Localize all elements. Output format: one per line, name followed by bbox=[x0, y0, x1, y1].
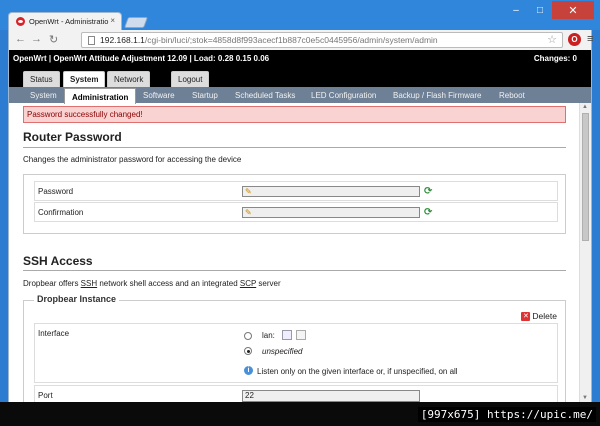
divider bbox=[23, 147, 566, 148]
password-label: Password bbox=[38, 187, 74, 196]
network-icon bbox=[282, 330, 292, 340]
interface-option-unspecified: unspecified bbox=[262, 347, 303, 356]
confirmation-label: Confirmation bbox=[38, 208, 84, 217]
tab-status[interactable]: Status bbox=[23, 71, 60, 87]
interface-radio-unspecified[interactable] bbox=[244, 347, 252, 355]
ssh-description: Dropbear offers SSH network shell access… bbox=[23, 279, 281, 288]
changes-link[interactable]: Changes: 0 bbox=[534, 54, 577, 63]
confirmation-input[interactable]: ✎ bbox=[242, 207, 420, 218]
password-fieldset: Password ✎ ⟳ Confirmation ✎ ⟳ bbox=[23, 174, 566, 234]
info-icon: i bbox=[244, 366, 253, 375]
key-icon: ✎ bbox=[245, 187, 252, 196]
wireless-icon bbox=[296, 330, 306, 340]
delete-label: Delete bbox=[532, 311, 557, 321]
close-window-button[interactable]: ✕ bbox=[552, 1, 594, 19]
ssh-access-title: SSH Access bbox=[23, 254, 93, 268]
router-password-title: Router Password bbox=[23, 130, 122, 144]
window-controls: – □ ✕ bbox=[504, 1, 594, 19]
browser-tab[interactable]: OpenWrt - Administratio × bbox=[8, 12, 122, 30]
header-info: OpenWrt | OpenWrt Attitude Adjustment 12… bbox=[13, 54, 270, 63]
page-scrollbar[interactable]: ▲ ▼ bbox=[579, 103, 591, 402]
browser-menu-icon[interactable]: ≡ bbox=[587, 33, 593, 45]
subtab-software[interactable]: Software bbox=[136, 87, 182, 103]
address-bar[interactable]: 192.168.1.1/cgi-bin/luci/;stok=4858d8f99… bbox=[81, 32, 563, 48]
subtab-led-configuration[interactable]: LED Configuration bbox=[304, 87, 383, 103]
url-text: 192.168.1.1/cgi-bin/luci/;stok=4858d8f99… bbox=[100, 35, 438, 45]
reveal-confirmation-icon[interactable]: ⟳ bbox=[424, 207, 434, 218]
tab-logout[interactable]: Logout bbox=[171, 71, 210, 87]
dropbear-instance-legend: Dropbear Instance bbox=[34, 294, 120, 304]
interface-radio-lan[interactable] bbox=[244, 332, 252, 340]
scroll-down-icon[interactable]: ▼ bbox=[582, 395, 588, 401]
scroll-thumb[interactable] bbox=[582, 113, 589, 241]
new-tab-button[interactable] bbox=[123, 17, 149, 28]
port-row: Port 22 bbox=[34, 385, 558, 402]
subtab-backup-flash[interactable]: Backup / Flash Firmware bbox=[386, 87, 488, 103]
divider bbox=[23, 270, 566, 271]
luci-page: OpenWrt | OpenWrt Attitude Adjustment 12… bbox=[8, 50, 592, 402]
port-input[interactable]: 22 bbox=[242, 390, 420, 402]
openwrt-favicon bbox=[16, 17, 25, 26]
main-content: Password successfully changed! Router Pa… bbox=[9, 103, 579, 402]
subtab-startup[interactable]: Startup bbox=[185, 87, 225, 103]
title-bar: OpenWrt - Administratio × – □ ✕ bbox=[0, 0, 600, 30]
interface-label: Interface bbox=[38, 329, 70, 338]
browser-window: OpenWrt - Administratio × – □ ✕ ← → ↻ 19… bbox=[0, 0, 600, 426]
scroll-up-icon[interactable]: ▲ bbox=[582, 104, 588, 110]
tab-system[interactable]: System bbox=[63, 71, 106, 87]
subtab-reboot[interactable]: Reboot bbox=[492, 87, 532, 103]
key-icon: ✎ bbox=[245, 208, 252, 217]
luci-header: OpenWrt | OpenWrt Attitude Adjustment 12… bbox=[9, 50, 591, 68]
forward-arrow-icon[interactable]: → bbox=[31, 33, 42, 45]
subtab-scheduled-tasks[interactable]: Scheduled Tasks bbox=[228, 87, 302, 103]
password-row: Password ✎ ⟳ bbox=[34, 181, 558, 201]
router-password-description: Changes the administrator password for a… bbox=[23, 155, 242, 164]
tab-title: OpenWrt - Administratio bbox=[29, 17, 109, 26]
minimize-button[interactable]: – bbox=[504, 1, 528, 19]
success-alert: Password successfully changed! bbox=[23, 106, 566, 123]
page-icon bbox=[88, 36, 95, 45]
delete-button[interactable]: ✕ Delete bbox=[521, 311, 557, 321]
port-label: Port bbox=[38, 391, 53, 400]
extension-icon[interactable]: O bbox=[568, 33, 581, 46]
confirmation-row: Confirmation ✎ ⟳ bbox=[34, 202, 558, 222]
delete-icon: ✕ bbox=[521, 311, 531, 321]
sub-menu: System Administration Software Startup S… bbox=[9, 87, 591, 104]
main-menu: Status System Network Logout bbox=[9, 68, 591, 87]
tab-network[interactable]: Network bbox=[107, 71, 151, 87]
password-input[interactable]: ✎ bbox=[242, 186, 420, 197]
browser-toolbar: ← → ↻ 192.168.1.1/cgi-bin/luci/;stok=485… bbox=[8, 30, 593, 50]
interface-row: Interface lan: unspecified i Listen only… bbox=[34, 323, 558, 383]
subtab-administration[interactable]: Administration bbox=[64, 88, 137, 104]
bookmark-star-icon[interactable]: ☆ bbox=[547, 33, 557, 46]
interface-option-lan: lan: bbox=[262, 331, 275, 340]
reload-icon[interactable]: ↻ bbox=[49, 33, 58, 46]
maximize-button[interactable]: □ bbox=[528, 1, 552, 19]
tab-close-icon[interactable]: × bbox=[110, 16, 115, 25]
back-arrow-icon[interactable]: ← bbox=[15, 33, 26, 45]
dropbear-instance-fieldset: Dropbear Instance ✕ Delete Interface lan… bbox=[23, 294, 566, 402]
reveal-password-icon[interactable]: ⟳ bbox=[424, 186, 434, 197]
interface-hint: Listen only on the given interface or, i… bbox=[257, 367, 458, 376]
image-watermark: [997x675] https://upic.me/ bbox=[417, 407, 596, 422]
subtab-system[interactable]: System bbox=[23, 87, 64, 103]
